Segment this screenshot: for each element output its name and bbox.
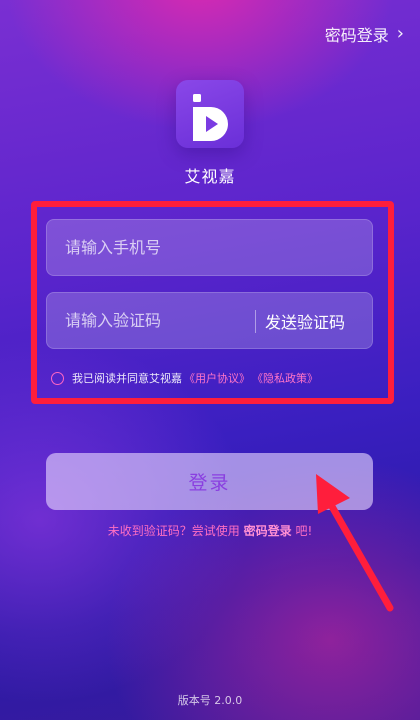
password-login-label: 密码登录 (324, 26, 389, 45)
app-name: 艾视嘉 (184, 167, 236, 186)
agreement-radio[interactable] (51, 371, 64, 385)
annotation-arrow (316, 474, 394, 612)
hint-password-login-link[interactable]: 密码登录 (244, 524, 292, 538)
field-divider (255, 310, 256, 333)
privacy-policy-link[interactable]: 《隐私政策》 (252, 370, 318, 386)
agreement-row: 我已阅读并同意艾视嘉 《用户协议》 《隐私政策》 (51, 370, 318, 386)
agreement-text: 我已阅读并同意艾视嘉 (72, 372, 182, 385)
version-label: 版本号 2.0.0 (177, 694, 243, 707)
password-login-link[interactable]: 密码登录 › (325, 22, 404, 46)
hint-prefix: 未收到验证码？尝试使用 (107, 524, 240, 538)
app-logo-icon (176, 80, 244, 148)
app-logo-glyph (193, 94, 228, 141)
verification-code-field[interactable]: 发送验证码 (46, 292, 373, 349)
user-agreement-link[interactable]: 《用户协议》 (184, 370, 250, 386)
phone-input[interactable] (47, 220, 372, 275)
verification-code-input[interactable] (47, 293, 255, 348)
chevron-right-icon: › (396, 23, 404, 44)
phone-field[interactable] (46, 219, 373, 276)
send-code-button[interactable]: 发送验证码 (265, 293, 345, 348)
